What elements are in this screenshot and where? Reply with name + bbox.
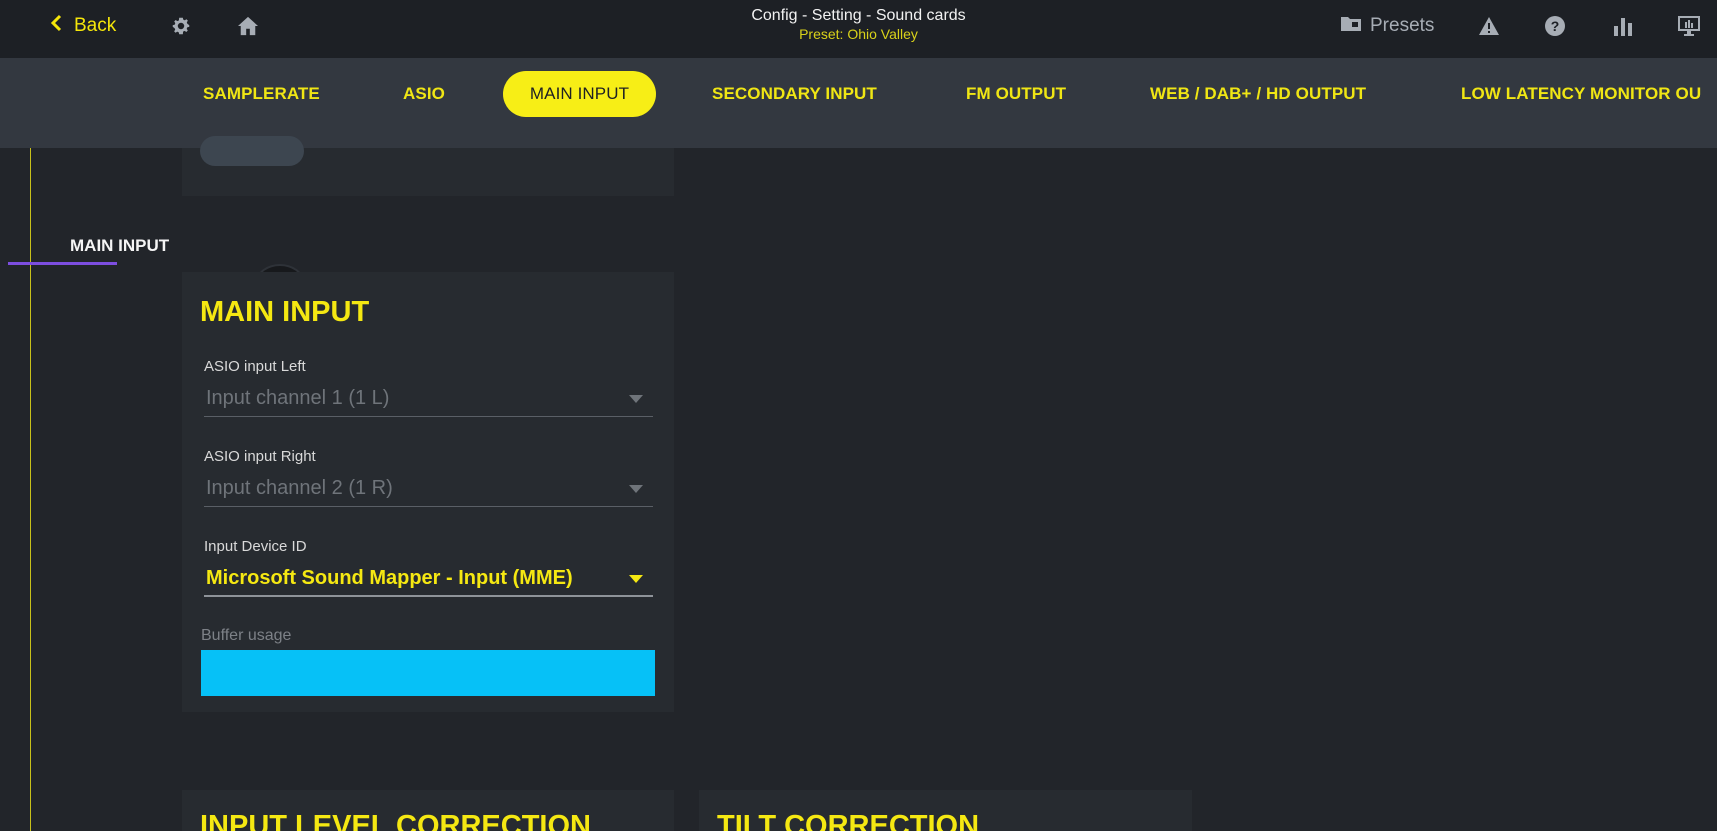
asio-input-right-select[interactable]: Input channel 2 (1 R) <box>204 473 653 507</box>
back-label: Back <box>74 15 117 36</box>
section-nav-indicator <box>8 262 117 265</box>
buffer-usage-fill <box>201 650 655 696</box>
buffer-usage-label: Buffer usage <box>201 627 292 644</box>
presets-label: Presets <box>1370 15 1435 36</box>
back-button[interactable]: Back <box>50 13 116 39</box>
section-timeline-line <box>30 148 31 831</box>
asio-input-right-label: ASIO input Right <box>204 448 316 465</box>
tilt-correction-title: TILT CORRECTION <box>717 810 980 831</box>
section-nav-main-input[interactable]: MAIN INPUT <box>70 236 169 256</box>
monitor-icon[interactable] <box>1676 13 1702 39</box>
asio-input-left-value: Input channel 1 (1 L) <box>206 387 390 409</box>
asio-input-right-value: Input channel 2 (1 R) <box>206 477 393 499</box>
folder-icon <box>1340 14 1362 38</box>
presets-button[interactable]: Presets <box>1340 13 1434 39</box>
buffer-usage-bar <box>201 650 655 696</box>
dropdown-arrow-icon <box>629 485 643 493</box>
tab-asio[interactable]: ASIO <box>383 71 465 117</box>
input-device-id-label: Input Device ID <box>204 538 307 555</box>
tab-bar: SAMPLERATE ASIO MAIN INPUT SECONDARY INP… <box>0 58 1717 148</box>
input-device-id-value: Microsoft Sound Mapper - Input (MME) <box>206 567 573 589</box>
warning-icon[interactable] <box>1476 13 1502 39</box>
top-bar: Back Config - Setting - Sound cards Pres… <box>0 0 1717 58</box>
tab-secondary-input[interactable]: SECONDARY INPUT <box>692 71 897 117</box>
tab-samplerate[interactable]: SAMPLERATE <box>183 71 340 117</box>
tab-fm-output[interactable]: FM OUTPUT <box>946 71 1086 117</box>
input-level-correction-panel: INPUT LEVEL CORRECTION <box>182 790 674 831</box>
tab-web-dab-hd-output[interactable]: WEB / DAB+ / HD OUTPUT <box>1130 71 1386 117</box>
dropdown-arrow-icon <box>629 395 643 403</box>
help-icon[interactable]: ? <box>1542 13 1568 39</box>
settings-icon[interactable] <box>168 13 194 39</box>
input-device-id-select[interactable]: Microsoft Sound Mapper - Input (MME) <box>204 563 653 597</box>
chevron-left-icon <box>50 14 64 38</box>
tilt-correction-panel: TILT CORRECTION <box>699 790 1192 831</box>
main-input-title: MAIN INPUT <box>200 296 370 328</box>
bar-chart-icon[interactable] <box>1610 13 1636 39</box>
tab-main-input[interactable]: MAIN INPUT <box>503 71 656 117</box>
toggle-switch[interactable] <box>200 136 304 300</box>
dropdown-arrow-icon <box>629 575 643 583</box>
home-icon[interactable] <box>235 13 261 39</box>
tab-low-latency-monitor-output[interactable]: LOW LATENCY MONITOR OU <box>1441 71 1717 117</box>
svg-text:?: ? <box>1551 18 1560 34</box>
asio-input-left-select[interactable]: Input channel 1 (1 L) <box>204 383 653 417</box>
input-level-correction-title: INPUT LEVEL CORRECTION <box>200 810 591 831</box>
asio-input-left-label: ASIO input Left <box>204 358 306 375</box>
